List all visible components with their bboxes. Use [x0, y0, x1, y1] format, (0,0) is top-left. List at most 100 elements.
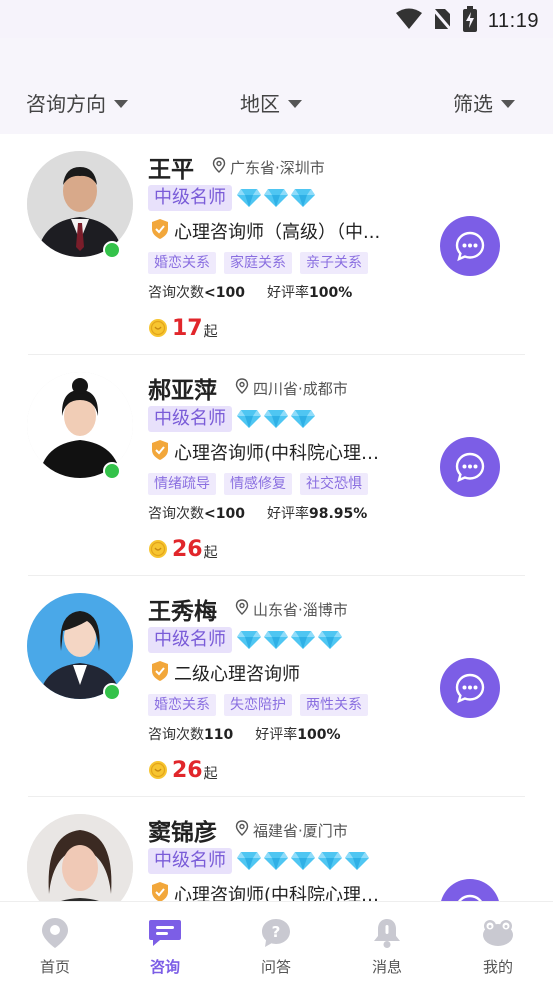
counselor-name: 郝亚萍 [148, 378, 217, 404]
bottom-tab-bar: 首页 咨询 ? 问答 消息 我的 [0, 901, 553, 983]
counselor-location: 四川省·成都市 [253, 379, 348, 398]
coin-icon [148, 318, 168, 342]
filter-label: 咨询方向 [26, 92, 106, 116]
qa-icon: ? [260, 916, 292, 950]
avatar[interactable] [27, 593, 133, 701]
avatar[interactable] [27, 372, 133, 480]
svg-text:?: ? [272, 923, 281, 941]
filter-bar: 咨询方向 地区 筛选 [0, 80, 553, 124]
tab-home[interactable]: 首页 [0, 902, 110, 983]
tab-label: 我的 [482, 958, 513, 976]
price: 17 [172, 316, 203, 341]
diamond-icon [291, 852, 315, 870]
counselor-name: 窦锦彦 [148, 820, 217, 846]
tab-profile[interactable]: 我的 [443, 902, 553, 983]
location-pin-icon [235, 820, 249, 840]
verified-shield-icon [150, 439, 170, 465]
chat-button[interactable] [440, 216, 500, 276]
battery-charging-icon [462, 6, 478, 36]
price: 26 [172, 758, 203, 783]
location-pin-icon [235, 378, 249, 398]
tab-messages[interactable]: 消息 [332, 902, 442, 983]
price-unit: 起 [203, 324, 218, 340]
tab-label: 咨询 [149, 958, 180, 976]
diamond-icon [291, 410, 315, 428]
tab-consult[interactable]: 咨询 [110, 902, 220, 983]
diamond-icon [318, 852, 342, 870]
diamond-rating [236, 188, 316, 208]
diamond-icon [291, 631, 315, 649]
counselor-name: 王秀梅 [148, 599, 217, 625]
level-badge: 中级名师 [148, 406, 232, 432]
counselor-card[interactable]: 郝亚萍 四川省·成都市 中级名师 心理咨询师(中科院心理研... 情绪疏导 情感… [0, 355, 553, 576]
diamond-icon [264, 631, 288, 649]
wifi-icon [395, 8, 422, 34]
level-badge: 中级名师 [148, 848, 232, 874]
tab-label: 消息 [371, 958, 402, 976]
diamond-icon [291, 189, 315, 207]
diamond-icon [237, 189, 261, 207]
coin-icon [148, 539, 168, 563]
specialty-tag: 情感修复 [224, 473, 292, 495]
rating: 好评率100% [255, 727, 341, 743]
chat-bubble-icon [458, 894, 482, 901]
chat-bubble-icon [455, 673, 485, 704]
counselor-name: 王平 [148, 157, 194, 183]
filter-screen[interactable]: 筛选 [453, 88, 515, 117]
avatar[interactable] [27, 151, 133, 259]
diamond-icon [318, 631, 342, 649]
filter-region[interactable]: 地区 [240, 88, 302, 117]
specialty-tag: 亲子关系 [300, 252, 368, 274]
consult-icon [148, 916, 182, 950]
counselor-location: 广东省·深圳市 [230, 158, 325, 177]
level-badge: 中级名师 [148, 627, 232, 653]
counselor-location: 福建省·厦门市 [253, 821, 348, 840]
online-status-dot [103, 241, 121, 259]
diamond-icon [237, 410, 261, 428]
diamond-icon [237, 852, 261, 870]
no-sim-icon [431, 7, 453, 35]
chat-button[interactable] [440, 658, 500, 718]
tab-label: 首页 [39, 958, 70, 976]
counselor-card[interactable]: 王平 广东省·深圳市 中级名师 心理咨询师（高级）（中... 婚恋关系 家庭关系… [0, 134, 553, 355]
certification: 心理咨询师(中科院心理研... [174, 443, 386, 464]
home-icon [40, 916, 70, 950]
status-bar: 11:19 [0, 0, 553, 38]
location-pin-icon [212, 157, 226, 177]
chat-bubble-icon [455, 231, 485, 262]
verified-shield-icon [150, 881, 170, 901]
avatar[interactable] [27, 814, 133, 901]
consult-count: 咨询次数<100 [148, 506, 245, 522]
diamond-icon [345, 852, 369, 870]
tab-qa[interactable]: ? 问答 [221, 902, 331, 983]
tab-label: 问答 [260, 958, 291, 976]
chat-button[interactable] [440, 437, 500, 497]
chat-button[interactable] [440, 879, 500, 901]
specialty-tag: 两性关系 [300, 694, 368, 716]
diamond-icon [264, 852, 288, 870]
specialty-tag: 家庭关系 [224, 252, 292, 274]
certification: 二级心理咨询师 [174, 664, 300, 685]
specialty-tag: 社交恐惧 [300, 473, 368, 495]
diamond-icon [264, 410, 288, 428]
counselor-card[interactable]: 王秀梅 山东省·淄博市 中级名师 二级心理咨询师 婚恋关系 失恋陪护 两性关系 … [0, 576, 553, 797]
caret-down-icon [114, 99, 128, 108]
message-bell-icon [371, 916, 403, 950]
caret-down-icon [288, 99, 302, 108]
counselor-location: 山东省·淄博市 [253, 600, 348, 619]
profile-icon [481, 916, 515, 950]
counselor-list: 王平 广东省·深圳市 中级名师 心理咨询师（高级）（中... 婚恋关系 家庭关系… [0, 134, 553, 901]
rating: 好评率98.95% [266, 506, 368, 522]
location-pin-icon [235, 599, 249, 619]
counselor-card[interactable]: 窦锦彦 福建省·厦门市 中级名师 心理咨询师(中科院心理研... [0, 797, 553, 901]
price-unit: 起 [203, 545, 218, 561]
specialty-tag: 情绪疏导 [148, 473, 216, 495]
diamond-icon [264, 189, 288, 207]
filter-consult-direction[interactable]: 咨询方向 [26, 88, 128, 117]
filter-label: 筛选 [453, 92, 493, 116]
consult-count: 咨询次数<100 [148, 285, 245, 301]
filter-label: 地区 [240, 92, 280, 116]
price-unit: 起 [203, 766, 218, 782]
online-status-dot [103, 683, 121, 701]
caret-down-icon [501, 99, 515, 108]
